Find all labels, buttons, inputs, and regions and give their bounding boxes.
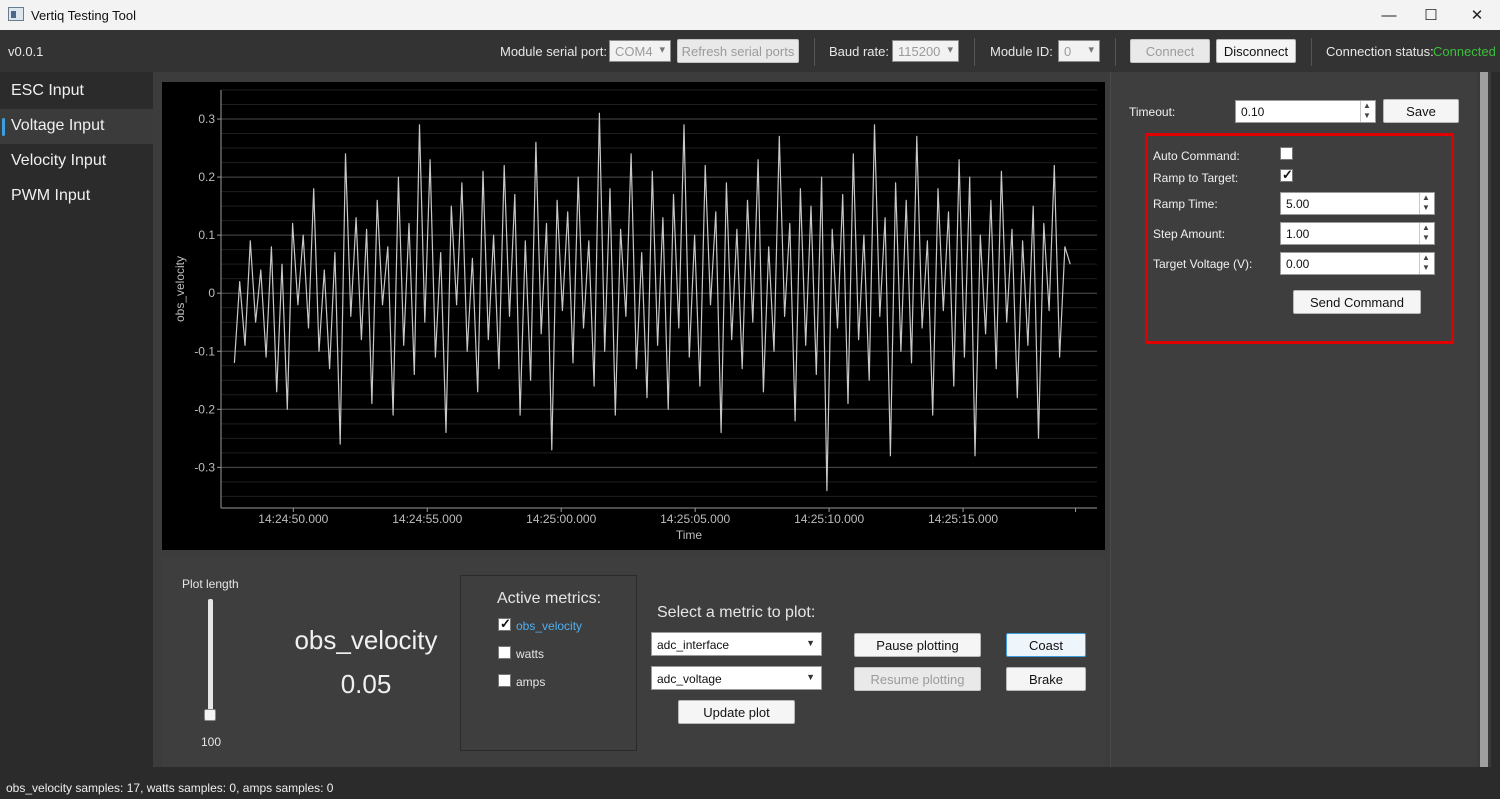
metric-select-2[interactable]: adc_voltage <box>651 666 822 690</box>
metric-label-amps: amps <box>516 675 546 689</box>
status-bar-text: obs_velocity samples: 17, watts samples:… <box>6 781 334 795</box>
y-tick-label: 0.2 <box>198 170 215 184</box>
save-button[interactable]: Save <box>1383 99 1459 123</box>
version-label: v0.0.1 <box>8 44 44 59</box>
active-metrics-title: Active metrics: <box>497 590 602 607</box>
baud-rate-value: 115200 <box>898 44 941 59</box>
y-axis-label: obs_velocity <box>173 256 187 322</box>
connect-button[interactable]: Connect <box>1130 39 1210 63</box>
x-tick-label: 14:24:50.000 <box>258 512 328 526</box>
sidebar-item-velocity-input[interactable]: Velocity Input <box>0 144 153 179</box>
sidebar-item-label: ESC Input <box>11 82 84 99</box>
metric-select-1-value: adc_interface <box>657 638 730 652</box>
highlight-box <box>1145 133 1454 344</box>
x-tick-label: 14:25:10.000 <box>794 512 864 526</box>
minimize-icon: — <box>1381 6 1397 24</box>
plot-length-value: 100 <box>201 735 222 749</box>
sidebar: ESC Input Voltage Input Velocity Input P… <box>0 72 153 767</box>
serial-port-select[interactable]: COM4 <box>609 40 671 62</box>
serial-port-label: Module serial port: <box>500 44 607 59</box>
baud-rate-select[interactable]: 115200 <box>892 40 959 62</box>
toolbar-divider <box>1311 38 1312 66</box>
module-id-label: Module ID: <box>990 44 1053 59</box>
metric-checkbox-amps[interactable] <box>498 674 511 687</box>
connection-status-label: Connection status: <box>1326 44 1434 59</box>
plot-controls-panel: Plot length 100 obs_velocity 0.05 Active… <box>162 557 1105 767</box>
module-id-select[interactable]: 0 <box>1058 40 1100 62</box>
minimize-button[interactable]: — <box>1366 0 1412 30</box>
spin-up-icon: ▲ <box>1363 101 1371 110</box>
plot-length-label: Plot length <box>182 577 239 591</box>
x-axis-label: Time <box>676 528 703 542</box>
y-tick-label: 0.3 <box>198 112 215 126</box>
metric-name: obs_velocity <box>294 625 438 655</box>
toolbar-divider <box>814 38 815 66</box>
update-plot-button[interactable]: Update plot <box>678 700 795 724</box>
sidebar-item-label: Voltage Input <box>11 117 105 134</box>
close-icon: ✕ <box>1470 7 1484 24</box>
sidebar-item-pwm-input[interactable]: PWM Input <box>0 179 153 214</box>
x-tick-label: 14:24:55.000 <box>392 512 462 526</box>
metric-label-obs-velocity: obs_velocity <box>516 619 583 633</box>
toolbar-divider <box>1115 38 1116 66</box>
sidebar-item-esc-input[interactable]: ESC Input <box>0 74 153 109</box>
close-button[interactable]: ✕ <box>1454 0 1500 30</box>
velocity-plot[interactable]: 0.3 0.2 0.1 0 -0.1 -0.2 -0.3 14:24:50.000 14:24:… <box>162 82 1105 550</box>
metric-checkbox-watts[interactable] <box>498 646 511 659</box>
title-bar: Vertiq Testing Tool — ☐ ✕ <box>0 0 1500 30</box>
series-line-obs-velocity <box>233 112 1071 492</box>
serial-port-value: COM4 <box>615 44 653 59</box>
metric-label-watts: watts <box>516 647 545 661</box>
chart-svg: 0.3 0.2 0.1 0 -0.1 -0.2 -0.3 14:24:50.000 14:24:… <box>173 89 1097 542</box>
sidebar-item-voltage-input[interactable]: Voltage Input <box>0 109 153 144</box>
status-bar: obs_velocity samples: 17, watts samples:… <box>0 767 1500 799</box>
app-icon <box>8 7 24 21</box>
metric-select-1[interactable]: adc_interface <box>651 632 822 656</box>
x-tick-label: 14:25:00.000 <box>526 512 596 526</box>
spin-down-icon: ▼ <box>1363 111 1371 120</box>
metric-value: 0.05 <box>340 669 392 699</box>
plot-length-slider-handle[interactable] <box>204 708 216 721</box>
y-tick-label: 0 <box>208 286 215 300</box>
y-tick-label: 0.1 <box>198 228 215 242</box>
y-tick-label: -0.2 <box>194 402 215 416</box>
baud-rate-label: Baud rate: <box>829 44 889 59</box>
scrollbar-thumb[interactable] <box>1480 72 1488 767</box>
resume-plotting-button[interactable]: Resume plotting <box>854 667 981 691</box>
window-title: Vertiq Testing Tool <box>31 8 137 23</box>
brake-button[interactable]: Brake <box>1006 667 1086 691</box>
maximize-icon: ☐ <box>1424 7 1438 24</box>
connection-status-value: Connected <box>1433 44 1496 59</box>
timeout-value: 0.10 <box>1241 105 1265 119</box>
plot-length-slider[interactable] <box>208 599 213 721</box>
metric-select-2-value: adc_voltage <box>657 672 722 686</box>
sidebar-item-label: PWM Input <box>11 187 91 204</box>
timeout-input[interactable]: 0.10 ▲ ▼ <box>1235 100 1376 123</box>
y-tick-label: -0.3 <box>194 460 215 474</box>
right-panel-scrollbar[interactable] <box>1477 72 1491 767</box>
disconnect-button[interactable]: Disconnect <box>1216 39 1296 63</box>
coast-button[interactable]: Coast <box>1006 633 1086 657</box>
pause-plotting-button[interactable]: Pause plotting <box>854 633 981 657</box>
active-metrics-box: Active metrics: obs_velocity watts amps <box>460 575 637 751</box>
y-tick-label: -0.1 <box>194 344 215 358</box>
timeout-label: Timeout: <box>1129 105 1176 119</box>
timeout-stepper[interactable]: ▲ ▼ <box>1360 101 1375 122</box>
refresh-serial-ports-button[interactable]: Refresh serial ports <box>677 39 799 63</box>
module-id-value: 0 <box>1064 44 1072 59</box>
x-tick-label: 14:25:15.000 <box>928 512 998 526</box>
select-metric-title: Select a metric to plot: <box>657 604 816 621</box>
maximize-button[interactable]: ☐ <box>1408 0 1454 30</box>
toolbar: v0.0.1 Module serial port: COM4 Refresh … <box>0 30 1500 72</box>
metric-checkbox-obs-velocity[interactable] <box>498 616 511 632</box>
x-tick-label: 14:25:05.000 <box>660 512 730 526</box>
sidebar-item-label: Velocity Input <box>11 152 107 169</box>
toolbar-divider <box>974 38 975 66</box>
